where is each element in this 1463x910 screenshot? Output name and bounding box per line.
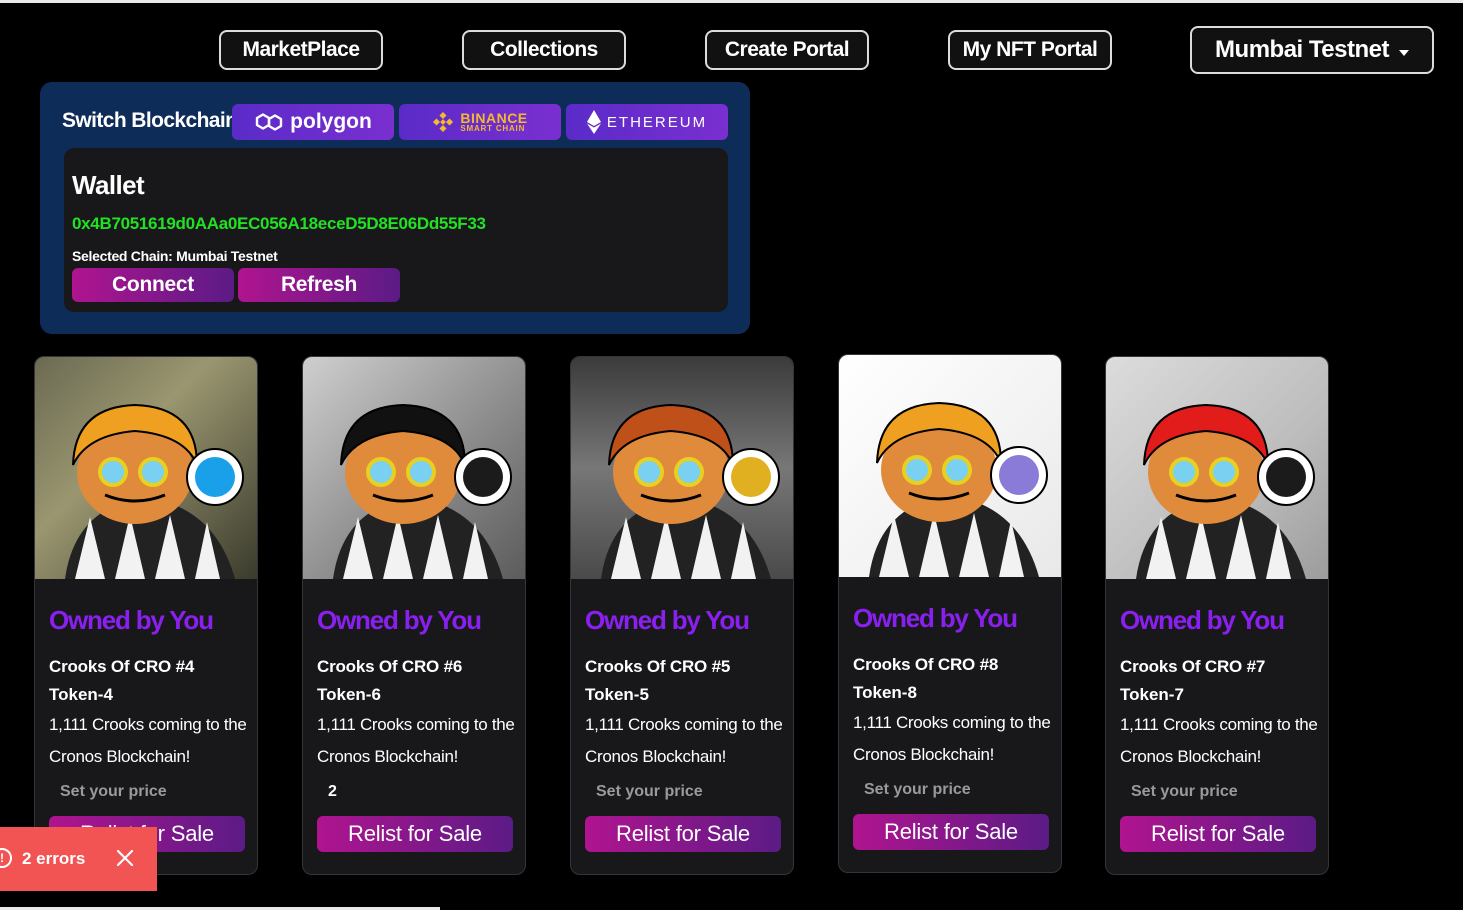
- nft-token-id: Token-4: [49, 685, 113, 704]
- nft-image[interactable]: [303, 357, 525, 579]
- wallet-box: Wallet 0x4B7051619d0AAa0EC056A18eceD5D8E…: [64, 148, 728, 312]
- nav-my-nft-portal-button[interactable]: My NFT Portal: [948, 30, 1112, 70]
- relist-for-sale-button[interactable]: Relist for Sale: [317, 816, 513, 852]
- wallet-address: 0x4B7051619d0AAa0EC056A18eceD5D8E06Dd55F…: [72, 214, 486, 233]
- price-input[interactable]: Set your price: [49, 783, 245, 805]
- relist-for-sale-button[interactable]: Relist for Sale: [585, 816, 781, 852]
- polygon-logo-icon: [255, 113, 283, 131]
- nav-create-portal-button[interactable]: Create Portal: [705, 30, 869, 70]
- nft-name: Crooks Of CRO #7: [1120, 657, 1266, 676]
- owned-by-label: Owned by You: [1120, 605, 1285, 635]
- close-icon[interactable]: [114, 847, 136, 869]
- nft-token-id: Token-7: [1120, 685, 1184, 704]
- owned-by-label: Owned by You: [317, 605, 482, 635]
- nft-token-id: Token-6: [317, 685, 381, 704]
- ethereum-label: ETHEREUM: [606, 113, 708, 131]
- nft-image[interactable]: [1106, 357, 1328, 579]
- nft-card: Owned by You Crooks Of CRO #4 Token-4 1,…: [34, 356, 258, 875]
- binance-logo-icon: [433, 111, 454, 133]
- nft-card: Owned by You Crooks Of CRO #5 Token-5 1,…: [570, 356, 794, 875]
- nft-image[interactable]: [839, 355, 1061, 577]
- network-dropdown[interactable]: Mumbai Testnet: [1190, 26, 1434, 74]
- caret-down-icon: [1398, 50, 1409, 56]
- cronos-coin-icon: [454, 448, 512, 506]
- nft-token-id: Token-5: [585, 685, 649, 704]
- network-label: Mumbai Testnet: [1215, 36, 1389, 63]
- nft-name: Crooks Of CRO #8: [853, 655, 999, 674]
- nft-name: Crooks Of CRO #6: [317, 657, 463, 676]
- binance-sublabel: SMART CHAIN: [460, 124, 526, 133]
- nft-name: Crooks Of CRO #4: [49, 657, 195, 676]
- nft-description: 1,111 Crooks coming to the Cronos Blockc…: [585, 715, 783, 766]
- wallet-title: Wallet: [72, 170, 145, 200]
- price-input[interactable]: Set your price: [1120, 783, 1316, 805]
- relist-for-sale-button[interactable]: Relist for Sale: [853, 814, 1049, 850]
- ethereum-chain-button[interactable]: ETHEREUM: [566, 104, 728, 140]
- price-input[interactable]: Set your price: [853, 781, 1049, 803]
- polygon-chain-button[interactable]: polygon: [232, 104, 394, 140]
- nft-description: 1,111 Crooks coming to the Cronos Blockc…: [853, 713, 1051, 764]
- nft-card: Owned by You Crooks Of CRO #6 Token-6 1,…: [302, 356, 526, 875]
- nft-name: Crooks Of CRO #5: [585, 657, 731, 676]
- error-info-icon: !: [0, 848, 12, 868]
- polygon-label: polygon: [290, 110, 372, 133]
- nft-card: Owned by You Crooks Of CRO #8 Token-8 1,…: [838, 354, 1062, 873]
- nav-marketplace-button[interactable]: MarketPlace: [219, 30, 383, 70]
- nft-image[interactable]: [571, 357, 793, 579]
- nft-description: 1,111 Crooks coming to the Cronos Blockc…: [49, 715, 247, 766]
- binance-chain-button[interactable]: BINANCE SMART CHAIN: [399, 104, 561, 140]
- relist-for-sale-button[interactable]: Relist for Sale: [1120, 816, 1316, 852]
- cronos-coin-icon: [1257, 448, 1315, 506]
- refresh-button[interactable]: Refresh: [238, 268, 400, 302]
- nft-image[interactable]: [35, 357, 257, 579]
- sandbox-coin-icon: [186, 448, 244, 506]
- error-toast[interactable]: ! 2 errors: [0, 827, 157, 891]
- switch-blockchain-label: Switch Blockchain: [62, 109, 238, 132]
- nft-token-id: Token-8: [853, 683, 917, 702]
- ethereum-logo-icon: [586, 110, 601, 134]
- selected-chain-text: Selected Chain: Mumbai Testnet: [72, 248, 278, 264]
- nft-card: Owned by You Crooks Of CRO #7 Token-7 1,…: [1105, 356, 1329, 875]
- owned-by-label: Owned by You: [585, 605, 750, 635]
- litecoin-coin-icon: [990, 446, 1048, 504]
- blockchain-panel: Switch Blockchain polygon BINANCE SMART …: [40, 82, 750, 334]
- binance-label: BINANCE: [460, 110, 528, 126]
- solana-coin-icon: [722, 448, 780, 506]
- price-input[interactable]: Set your price: [585, 783, 781, 805]
- top-border: [0, 0, 1463, 3]
- nav-collections-button[interactable]: Collections: [462, 30, 626, 70]
- owned-by-label: Owned by You: [853, 603, 1018, 633]
- error-count-text: 2 errors: [22, 849, 86, 868]
- nft-description: 1,111 Crooks coming to the Cronos Blockc…: [317, 715, 515, 766]
- owned-by-label: Owned by You: [49, 605, 214, 635]
- price-input[interactable]: 2: [317, 783, 513, 805]
- nft-description: 1,111 Crooks coming to the Cronos Blockc…: [1120, 715, 1318, 766]
- connect-button[interactable]: Connect: [72, 268, 234, 302]
